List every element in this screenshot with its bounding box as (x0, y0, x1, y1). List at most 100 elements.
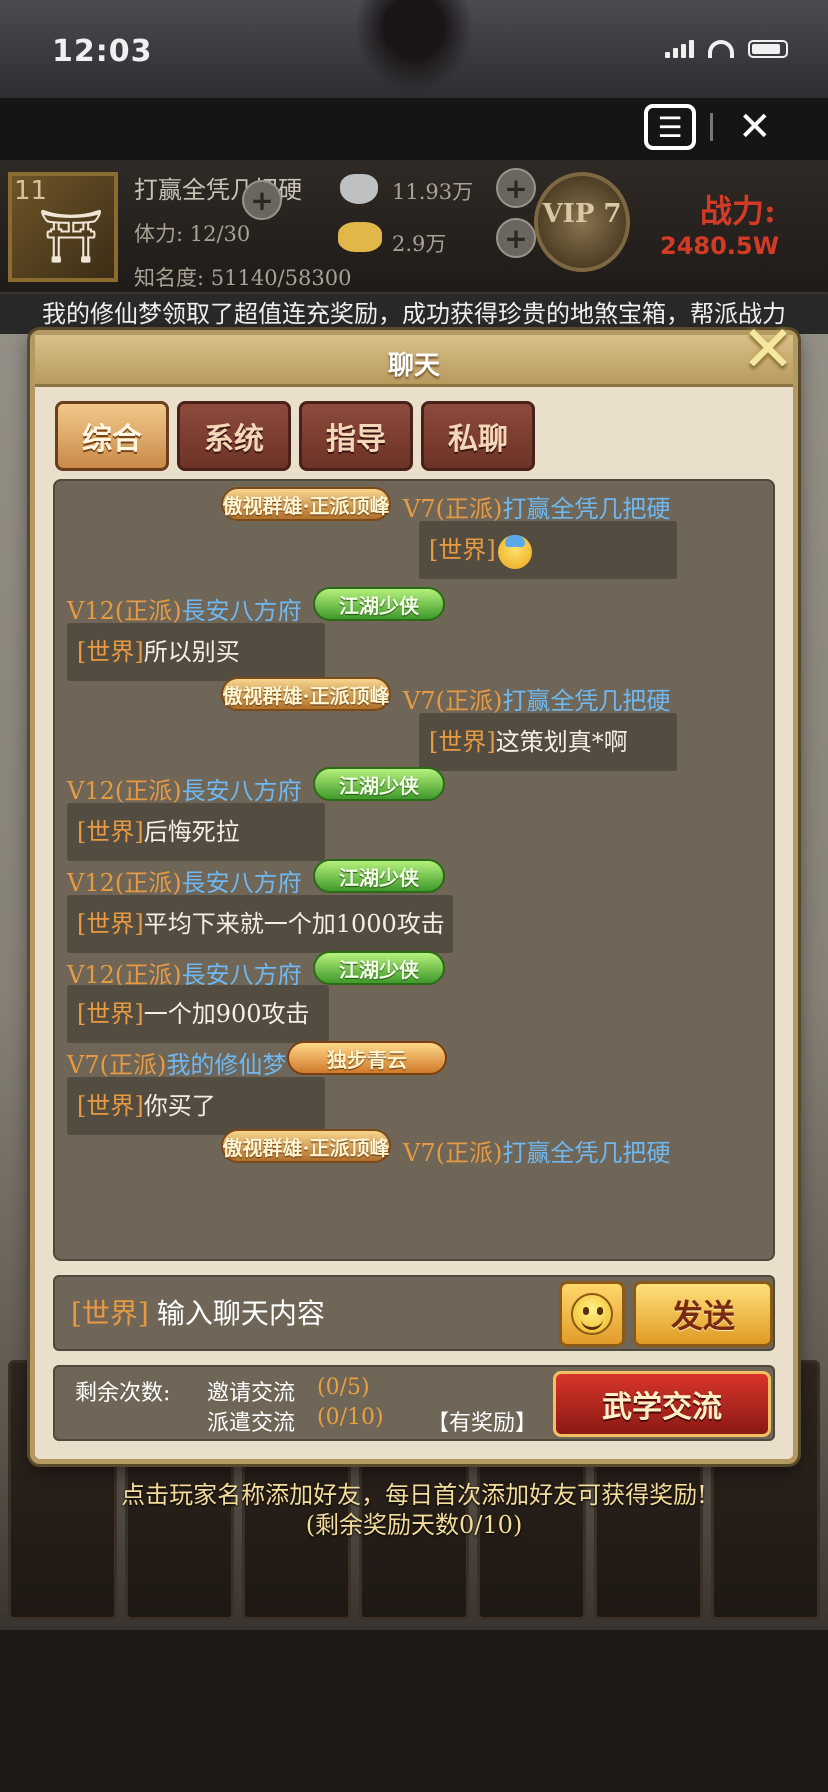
bottom-dark-area (0, 1630, 828, 1792)
sender-name[interactable]: 打赢全凭几把硬 (502, 687, 670, 715)
message-bubble: [世界]这策划真*啊 (419, 713, 677, 771)
player-fame: 知名度: 51140/58300 (134, 266, 352, 290)
message-sender[interactable]: V7(正派)打赢全凭几把硬 (403, 489, 670, 524)
smiley-icon (571, 1293, 613, 1335)
top-bar-divider (710, 113, 713, 141)
remaining-label: 剩余次数: (75, 1381, 171, 1406)
sender-name[interactable]: 長安八方府 (182, 869, 302, 897)
tab-guide[interactable]: 指导 (299, 401, 413, 471)
roof-ornament (354, 0, 474, 92)
sender-name[interactable]: 我的修仙梦 (166, 1051, 286, 1079)
message-sender[interactable]: V7(正派)打赢全凭几把硬 (403, 681, 670, 716)
player-stamina: 体力: 12/30 (134, 222, 251, 246)
silver-icon (340, 174, 378, 204)
channel-tag: [世界] (429, 728, 496, 756)
add-silver-button[interactable]: + (496, 168, 536, 208)
emoji-button[interactable] (559, 1281, 625, 1347)
title-badge: 江湖少侠 (313, 767, 445, 801)
chat-input-row: [世界] 输入聊天内容 发送 (53, 1275, 775, 1351)
pavilion-icon: ⛩ (38, 207, 105, 267)
dispatch-count: (0/10) (317, 1405, 384, 1430)
battery-icon (748, 40, 788, 58)
channel-tag: [世界] (77, 818, 144, 846)
panel-close-icon[interactable]: ✕ (733, 315, 803, 385)
title-badge: 傲视群雄·正派顶峰 (221, 487, 391, 521)
invite-label: 邀请交流 (207, 1381, 296, 1406)
sender-name[interactable]: 長安八方府 (182, 777, 302, 805)
status-icons (665, 40, 788, 58)
message-text: 这策划真*啊 (495, 728, 628, 756)
vip-tag: V7(正派) (403, 687, 503, 715)
title-badge: 江湖少侠 (313, 587, 445, 621)
chat-tabs: 综合 系统 指导 私聊 (55, 401, 535, 471)
message-text: 一个加900攻击 (143, 1000, 310, 1028)
message-sender[interactable]: V12(正派)長安八方府 (67, 771, 302, 806)
sender-name[interactable]: 打赢全凭几把硬 (502, 495, 670, 523)
wifi-icon (708, 40, 734, 58)
vip-tag: V7(正派) (67, 1051, 167, 1079)
sender-name[interactable]: 長安八方府 (182, 597, 302, 625)
reward-tag: 【有奖励】 (427, 1411, 538, 1436)
channel-tag: [世界] (77, 910, 144, 938)
vip-badge[interactable]: VIP 7 (534, 172, 630, 272)
message-sender[interactable]: V7(正派)打赢全凭几把硬 (403, 1133, 670, 1168)
channel-tag: [世界] (77, 1000, 144, 1028)
title-badge: 傲视群雄·正派顶峰 (221, 677, 391, 711)
channel-tag: [世界] (77, 638, 144, 666)
message-sender[interactable]: V12(正派)長安八方府 (67, 863, 302, 898)
player-level: 11 (14, 176, 48, 206)
message-bubble: [世界]后悔死拉 (67, 803, 325, 861)
chat-title: 聊天 (387, 351, 440, 381)
input-placeholder: 输入聊天内容 (156, 1297, 325, 1330)
title-badge: 江湖少侠 (313, 859, 445, 893)
message-sender[interactable]: V12(正派)長安八方府 (67, 591, 302, 626)
gold-icon (338, 222, 382, 252)
channel-tag: [世界] (77, 1092, 144, 1120)
menu-icon[interactable]: ☰ (644, 104, 696, 150)
dispatch-label: 派遣交流 (207, 1411, 296, 1436)
add-stamina-button[interactable]: + (242, 180, 282, 220)
message-bubble: [世界]所以别买 (67, 623, 325, 681)
signal-icon (665, 40, 694, 58)
game-top-bar (0, 98, 828, 160)
message-bubble: [世界]平均下来就一个加1000攻击 (67, 895, 453, 953)
hint-line-2: (剩余奖励天数0/10) (305, 1511, 523, 1539)
chat-header: 聊天 (35, 335, 793, 387)
gold-amount: 2.9万 (392, 232, 447, 256)
tab-system[interactable]: 系统 (177, 401, 291, 471)
title-badge: 独步青云 (287, 1041, 447, 1075)
message-text: 你买了 (143, 1092, 216, 1120)
chat-panel: 聊天 ✕ 综合 系统 指导 私聊 傲视群雄·正派顶峰 V7(正派)打赢全凭几把硬… (30, 315, 798, 1464)
power-label: 战力: (700, 192, 776, 230)
add-gold-button[interactable]: + (496, 218, 536, 258)
exchange-panel: 剩余次数: 邀请交流 (0/5) 派遣交流 (0/10) 【有奖励】 武学交流 (53, 1365, 775, 1441)
message-list[interactable]: 傲视群雄·正派顶峰 V7(正派)打赢全凭几把硬 [世界] V12(正派)長安八方… (53, 479, 775, 1261)
title-badge: 江湖少侠 (313, 951, 445, 985)
input-channel-tag[interactable]: [世界] (71, 1297, 149, 1330)
message-text: 平均下来就一个加1000攻击 (143, 910, 445, 938)
tab-private[interactable]: 私聊 (421, 401, 535, 471)
vip-tag: V12(正派) (67, 597, 182, 625)
message-text: 所以别买 (143, 638, 240, 666)
title-badge: 傲视群雄·正派顶峰 (221, 1129, 391, 1163)
message-text: 后悔死拉 (143, 818, 240, 846)
martial-exchange-button[interactable]: 武学交流 (553, 1371, 771, 1437)
vip-tag: V12(正派) (67, 869, 182, 897)
message-bubble: [世界]一个加900攻击 (67, 985, 329, 1043)
sender-name[interactable]: 打赢全凭几把硬 (502, 1139, 670, 1167)
send-button[interactable]: 发送 (633, 1281, 773, 1347)
message-sender[interactable]: V7(正派)我的修仙梦 (67, 1045, 286, 1080)
channel-tag: [世界] (429, 536, 496, 564)
invite-count: (0/5) (317, 1375, 370, 1400)
silver-amount: 11.93万 (392, 180, 474, 204)
power-value: 2480.5W (660, 232, 780, 260)
message-bubble: [世界] (419, 521, 677, 579)
announcement-ticker: 我的修仙梦领取了超值连充奖励，成功获得珍贵的地煞宝箱，帮派战力 (0, 294, 828, 334)
vip-tag: V7(正派) (403, 495, 503, 523)
message-bubble: [世界]你买了 (67, 1077, 325, 1135)
status-time: 12:03 (52, 34, 153, 69)
anxious-face-emoji-icon (497, 534, 532, 569)
tab-general[interactable]: 综合 (55, 401, 169, 471)
chat-input[interactable]: [世界] 输入聊天内容 (59, 1281, 549, 1347)
close-icon[interactable]: ✕ (738, 104, 772, 150)
